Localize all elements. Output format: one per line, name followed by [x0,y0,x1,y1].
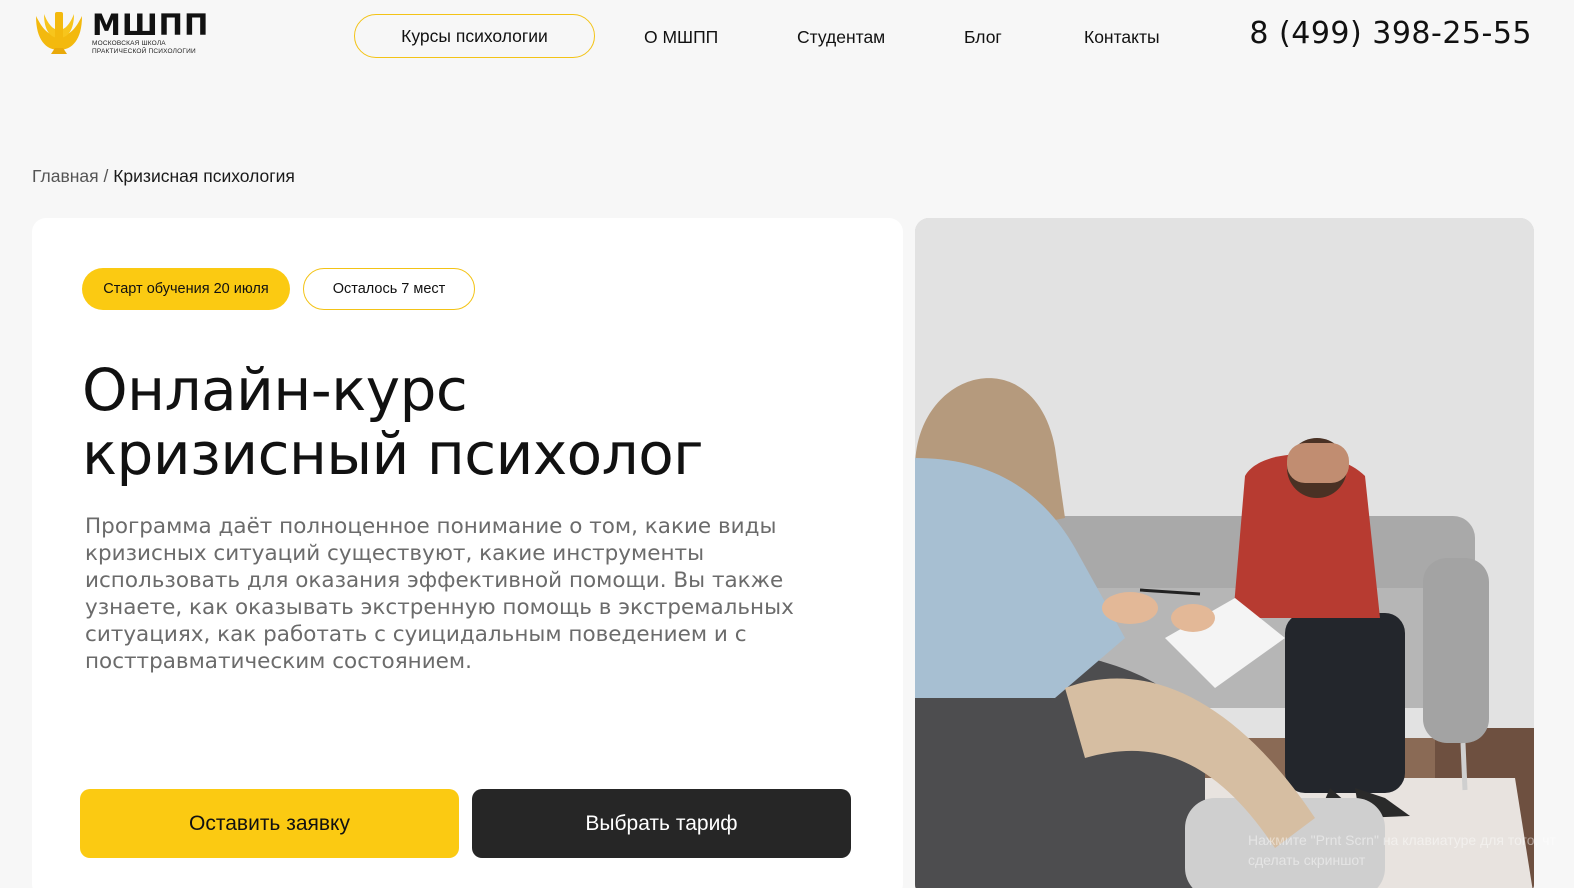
nav-about[interactable]: О МШПП [644,27,718,48]
screenshot-hint: Нажмите "Prnt Scrn" на клавиатуре для то… [1248,830,1556,870]
title-line1: Онлайн-курс [82,356,468,424]
breadcrumb-home[interactable]: Главная [32,166,99,186]
seats-left-badge: Осталось 7 мест [303,268,475,310]
nav-contacts[interactable]: Контакты [1084,27,1160,48]
main-nav: Курсы психологии [354,14,595,58]
breadcrumb: Главная / Кризисная психология [32,166,295,187]
screenshot-hint-line2: сделать скриншот [1248,852,1366,868]
choose-tariff-button[interactable]: Выбрать тариф [472,789,851,858]
course-description: Программа даёт полноценное понимание о т… [85,514,794,674]
hero-photo [915,218,1534,888]
nav-courses[interactable]: Курсы психологии [354,14,595,58]
logo-subtitle-line1: МОСКОВСКАЯ ШКОЛА [92,40,166,47]
title-line2: кризисный психолог [82,420,704,488]
screenshot-hint-line1: Нажмите "Prnt Scrn" на клавиатуре для то… [1248,832,1556,848]
logo-name: МШПП [92,8,210,42]
logo-subtitle-line2: ПРАКТИЧЕСКОЙ ПСИХОЛОГИИ [92,48,196,55]
therapy-session-image [915,218,1534,888]
start-date-badge: Старт обучения 20 июля [82,268,290,310]
nav-students[interactable]: Студентам [797,27,885,48]
badges: Старт обучения 20 июля Осталось 7 мест [82,268,475,310]
site-header: МШПП МОСКОВСКАЯ ШКОЛА ПРАКТИЧЕСКОЙ ПСИХО… [0,0,1574,80]
logo-emblem-icon [36,12,82,54]
hero-card: Старт обучения 20 июля Осталось 7 мест О… [32,218,903,888]
page-title: Онлайн-курс кризисный психолог [82,358,862,486]
request-button[interactable]: Оставить заявку [80,789,459,858]
nav-blog[interactable]: Блог [964,27,1002,48]
logo[interactable]: МШПП МОСКОВСКАЯ ШКОЛА ПРАКТИЧЕСКОЙ ПСИХО… [32,10,209,56]
breadcrumb-current: Кризисная психология [113,166,295,186]
phone-number[interactable]: 8 (499) 398-25-55 [1249,16,1532,51]
breadcrumb-separator: / [103,166,109,186]
